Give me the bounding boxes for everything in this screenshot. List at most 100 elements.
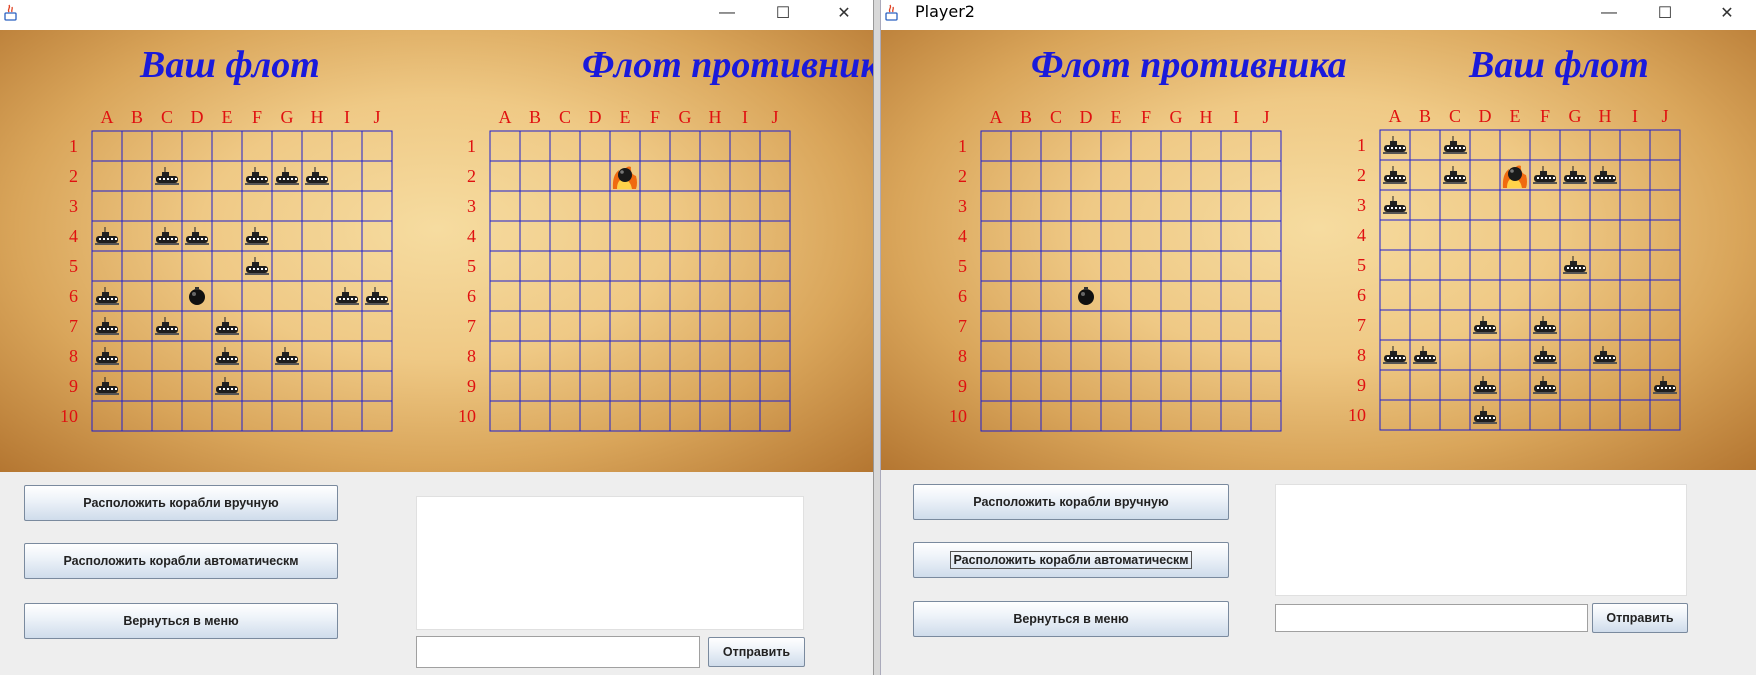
grid-cell-D10[interactable] xyxy=(579,400,611,432)
grid-cell-E4[interactable] xyxy=(1100,220,1132,252)
grid-cell-H1[interactable] xyxy=(301,130,333,162)
grid-cell-F8[interactable] xyxy=(639,340,671,372)
grid-cell-G2[interactable] xyxy=(669,160,701,192)
chat-log[interactable] xyxy=(416,496,804,630)
grid-cell-F1[interactable] xyxy=(1529,129,1561,161)
grid-cell-A9[interactable] xyxy=(980,370,1012,402)
grid-cell-C6[interactable] xyxy=(1040,280,1072,312)
grid-cell-J5[interactable] xyxy=(1649,249,1681,281)
grid-cell-D5[interactable] xyxy=(181,250,213,282)
grid-cell-D6[interactable] xyxy=(1469,279,1501,311)
grid-cell-F6[interactable] xyxy=(639,280,671,312)
grid-cell-I5[interactable] xyxy=(1619,249,1651,281)
grid-cell-C8[interactable] xyxy=(549,340,581,372)
grid-cell-F5[interactable] xyxy=(1130,250,1162,282)
grid-cell-J10[interactable] xyxy=(361,400,393,432)
grid-cell-E3[interactable] xyxy=(609,190,641,222)
grid-cell-F8[interactable] xyxy=(1130,340,1162,372)
grid-cell-F4[interactable] xyxy=(639,220,671,252)
grid-cell-I5[interactable] xyxy=(331,250,363,282)
grid-cell-C9[interactable] xyxy=(151,370,183,402)
grid-cell-C4[interactable] xyxy=(1040,220,1072,252)
chat-input[interactable] xyxy=(416,636,700,668)
grid-cell-G2[interactable] xyxy=(1160,160,1192,192)
grid-cell-H3[interactable] xyxy=(301,190,333,222)
grid-cell-F8[interactable] xyxy=(241,340,273,372)
grid-cell-G8[interactable] xyxy=(1160,340,1192,372)
grid-cell-B9[interactable] xyxy=(121,370,153,402)
grid-cell-B8[interactable] xyxy=(519,340,551,372)
grid-cell-D10[interactable] xyxy=(181,400,213,432)
grid-cell-J1[interactable] xyxy=(1250,130,1282,162)
grid-cell-H8[interactable] xyxy=(301,340,333,372)
grid-cell-I6[interactable] xyxy=(1619,279,1651,311)
grid-cell-I4[interactable] xyxy=(729,220,761,252)
grid-cell-H10[interactable] xyxy=(699,400,731,432)
grid-cell-E1[interactable] xyxy=(609,130,641,162)
grid-cell-D7[interactable] xyxy=(579,310,611,342)
place-ships-auto-button[interactable]: Расположить корабли автоматическм xyxy=(24,543,338,579)
grid-cell-E5[interactable] xyxy=(1100,250,1132,282)
grid-cell-I9[interactable] xyxy=(331,370,363,402)
grid-cell-B8[interactable] xyxy=(1010,340,1042,372)
grid-cell-C9[interactable] xyxy=(1040,370,1072,402)
grid-cell-C3[interactable] xyxy=(151,190,183,222)
grid-cell-A4[interactable] xyxy=(489,220,521,252)
grid-cell-C1[interactable] xyxy=(549,130,581,162)
chat-input[interactable] xyxy=(1275,604,1588,632)
grid-cell-D10[interactable] xyxy=(1070,400,1102,432)
back-to-menu-button[interactable]: Вернуться в меню xyxy=(913,601,1229,637)
grid-cell-A4[interactable] xyxy=(1379,219,1411,251)
grid-cell-G3[interactable] xyxy=(1160,190,1192,222)
grid-cell-J3[interactable] xyxy=(759,190,791,222)
grid-cell-J8[interactable] xyxy=(1649,339,1681,371)
grid-cell-J5[interactable] xyxy=(361,250,393,282)
grid-cell-J6[interactable] xyxy=(1250,280,1282,312)
grid-cell-B9[interactable] xyxy=(1010,370,1042,402)
grid-cell-A10[interactable] xyxy=(980,400,1012,432)
grid-cell-A1[interactable] xyxy=(489,130,521,162)
grid-cell-G7[interactable] xyxy=(669,310,701,342)
grid-cell-G4[interactable] xyxy=(669,220,701,252)
grid-cell-D4[interactable] xyxy=(1469,219,1501,251)
grid-cell-H6[interactable] xyxy=(1190,280,1222,312)
grid-cell-C10[interactable] xyxy=(1439,399,1471,431)
grid-cell-J3[interactable] xyxy=(361,190,393,222)
grid-cell-I7[interactable] xyxy=(331,310,363,342)
chat-log[interactable] xyxy=(1275,484,1687,596)
grid-cell-D7[interactable] xyxy=(181,310,213,342)
grid-cell-I6[interactable] xyxy=(729,280,761,312)
grid-cell-J3[interactable] xyxy=(1250,190,1282,222)
grid-cell-G9[interactable] xyxy=(669,370,701,402)
grid-cell-C5[interactable] xyxy=(1439,249,1471,281)
grid-cell-F10[interactable] xyxy=(639,400,671,432)
grid-cell-J7[interactable] xyxy=(1649,309,1681,341)
grid-cell-E4[interactable] xyxy=(1499,219,1531,251)
grid-cell-B7[interactable] xyxy=(519,310,551,342)
grid-cell-H6[interactable] xyxy=(301,280,333,312)
grid-cell-A8[interactable] xyxy=(980,340,1012,372)
grid-cell-I3[interactable] xyxy=(729,190,761,222)
grid-cell-E9[interactable] xyxy=(1100,370,1132,402)
grid-cell-H4[interactable] xyxy=(1589,219,1621,251)
grid-cell-H5[interactable] xyxy=(699,250,731,282)
grid-cell-I2[interactable] xyxy=(331,160,363,192)
grid-cell-I5[interactable] xyxy=(729,250,761,282)
grid-cell-E6[interactable] xyxy=(1499,279,1531,311)
grid-cell-H3[interactable] xyxy=(699,190,731,222)
grid-cell-C8[interactable] xyxy=(151,340,183,372)
grid-cell-I3[interactable] xyxy=(1220,190,1252,222)
grid-cell-B5[interactable] xyxy=(121,250,153,282)
send-button[interactable]: Отправить xyxy=(1592,603,1688,633)
grid-cell-B9[interactable] xyxy=(519,370,551,402)
grid-cell-C8[interactable] xyxy=(1040,340,1072,372)
grid-cell-D3[interactable] xyxy=(1469,189,1501,221)
grid-cell-H7[interactable] xyxy=(699,310,731,342)
grid-cell-G10[interactable] xyxy=(1160,400,1192,432)
grid-cell-E3[interactable] xyxy=(1499,189,1531,221)
grid-cell-H4[interactable] xyxy=(699,220,731,252)
grid-cell-B10[interactable] xyxy=(121,400,153,432)
grid-cell-F7[interactable] xyxy=(639,310,671,342)
grid-cell-B4[interactable] xyxy=(519,220,551,252)
grid-cell-A5[interactable] xyxy=(980,250,1012,282)
